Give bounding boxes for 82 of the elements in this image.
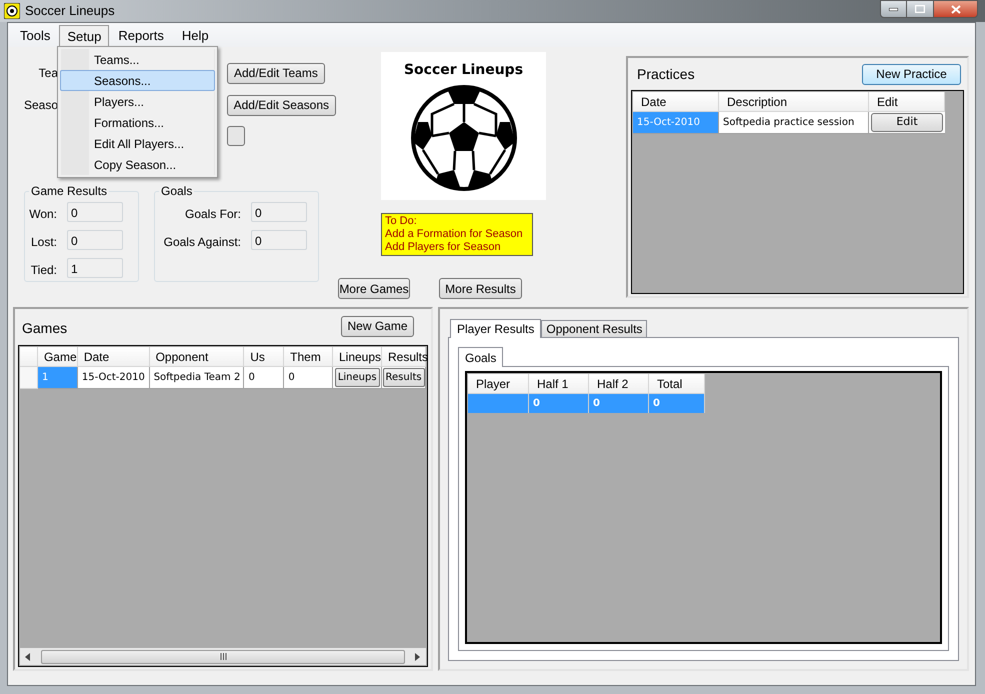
column-header[interactable]: Lineups <box>332 347 382 367</box>
group-title: Game Results <box>30 183 108 200</box>
input-field[interactable]: 0 <box>67 230 123 250</box>
column-header[interactable]: Half 2 <box>589 374 649 394</box>
logo-title: Soccer Lineups <box>404 61 524 80</box>
row-header <box>20 367 38 389</box>
group-title: Goals <box>160 183 194 200</box>
edit-button[interactable]: Add/Edit Teams <box>227 62 325 84</box>
menu-item[interactable]: Formations... <box>60 112 215 133</box>
field-label: Goals For: <box>184 206 241 223</box>
column-header[interactable]: Results <box>382 347 426 367</box>
maximize-button[interactable] <box>907 0 933 18</box>
edit-button[interactable]: Add/Edit Seasons <box>226 94 336 116</box>
column-header[interactable]: Edit <box>869 92 945 112</box>
tab[interactable]: Player Results <box>450 319 542 338</box>
table-cell: 0 <box>589 394 649 413</box>
input-field[interactable]: 1 <box>67 258 123 278</box>
input-field[interactable]: 0 <box>251 230 307 250</box>
column-header[interactable]: Opponent <box>150 347 244 367</box>
menu-item[interactable]: Help <box>172 25 218 47</box>
column-header[interactable]: Date <box>78 347 150 367</box>
new-practice-button[interactable]: New Practice <box>862 64 961 84</box>
field-label: Goals Against: <box>162 234 241 251</box>
table-cell: 0 <box>284 367 334 389</box>
table-cell: 15-Oct-2010 <box>633 112 719 134</box>
todo-item: Add Players for Season <box>385 241 502 254</box>
field-label: Won: <box>29 206 57 223</box>
close-button[interactable] <box>933 0 978 18</box>
window-title: Soccer Lineups <box>25 2 115 20</box>
column-header[interactable]: Them <box>284 347 333 367</box>
table-cell: 1 <box>38 367 78 389</box>
minimize-icon <box>889 8 898 10</box>
todo-item: Add a Formation for Season <box>385 228 523 241</box>
input-field[interactable]: 0 <box>251 202 307 222</box>
menu-item[interactable]: Teams... <box>60 49 215 70</box>
table-cell: 0 <box>649 394 705 413</box>
app-icon <box>4 3 20 19</box>
grip-icon <box>220 653 226 660</box>
panel-title: Practices <box>637 64 695 84</box>
menu-item[interactable]: Setup <box>59 25 110 47</box>
partial-button[interactable] <box>227 126 245 146</box>
column-header[interactable]: Half 1 <box>529 374 589 394</box>
table-cell: 0 <box>244 367 284 389</box>
input-field[interactable]: 0 <box>67 202 123 222</box>
column-header[interactable]: Player <box>468 374 529 394</box>
menu-item[interactable]: Edit All Players... <box>60 133 215 154</box>
column-header[interactable]: Us <box>244 347 284 367</box>
field-label: Seaso <box>24 97 58 114</box>
todo-title: To Do: <box>385 215 417 228</box>
column-header[interactable]: Total <box>649 374 705 394</box>
column-header[interactable]: Game <box>38 347 78 367</box>
menu-item[interactable]: Copy Season... <box>60 154 215 175</box>
scrollbar-thumb[interactable] <box>41 650 405 664</box>
close-icon <box>950 4 960 14</box>
grid-button[interactable]: Results <box>382 368 425 387</box>
row-header <box>20 347 38 367</box>
menu-item[interactable]: Tools <box>11 25 60 47</box>
grid-button[interactable]: Lineups <box>334 368 380 387</box>
field-label: Tied: <box>30 262 57 279</box>
table-cell: Softpedia practice session <box>719 112 869 134</box>
tab[interactable]: Opponent Results <box>541 320 648 337</box>
menu-item[interactable]: Seasons... <box>60 70 215 91</box>
more-results-button[interactable]: More Results <box>439 278 522 299</box>
menu-item[interactable]: Reports <box>109 25 173 47</box>
menu-item[interactable]: Players... <box>60 91 215 112</box>
maximize-icon <box>915 5 925 13</box>
table-cell: 15-Oct-2010 <box>78 367 150 389</box>
column-header[interactable]: Description <box>719 92 869 112</box>
tab[interactable]: Goals <box>458 347 504 367</box>
minimize-button[interactable] <box>880 0 907 18</box>
field-label: Tea <box>38 65 58 82</box>
new-game-button[interactable]: New Game <box>341 316 414 336</box>
more-games-button[interactable]: More Games <box>338 278 410 299</box>
edit-button[interactable]: Edit <box>871 113 943 132</box>
field-label: Lost: <box>30 234 57 251</box>
table-cell: Softpedia Team 2 <box>150 367 244 389</box>
column-header[interactable]: Date <box>633 92 719 112</box>
scroll-right-icon[interactable] <box>415 652 420 660</box>
panel-title: Games <box>22 319 68 338</box>
scroll-left-icon[interactable] <box>25 652 30 660</box>
horizontal-scrollbar[interactable] <box>20 648 426 665</box>
table-cell: 0 <box>529 394 589 413</box>
